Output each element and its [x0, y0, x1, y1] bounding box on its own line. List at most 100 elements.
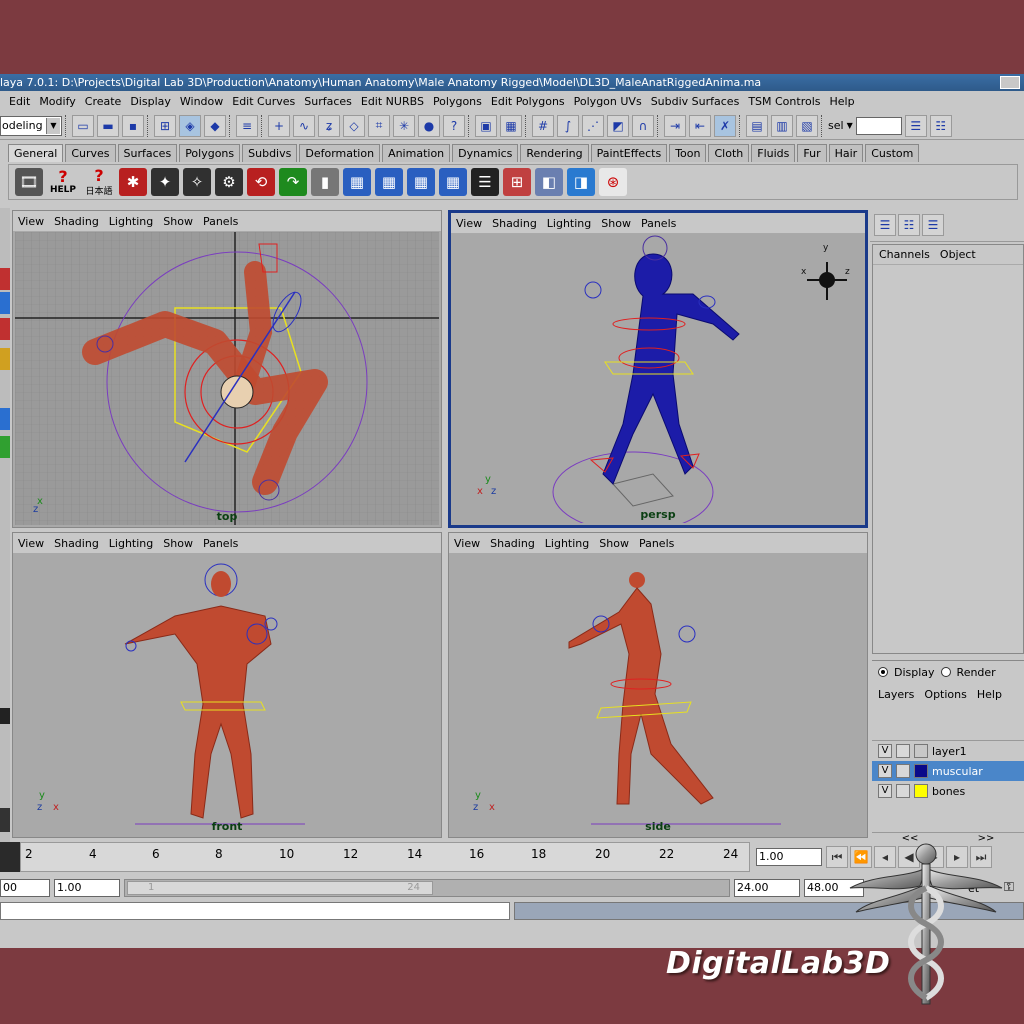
menu-subdiv-surfaces[interactable]: Subdiv Surfaces	[648, 95, 746, 108]
vp-menu-panels[interactable]: Panels	[203, 215, 238, 228]
vp-menu-lighting[interactable]: Lighting	[109, 215, 153, 228]
vp-menu-view[interactable]: View	[456, 217, 482, 230]
new-scene-icon[interactable]: ▭	[72, 114, 94, 137]
shelf-tab-surfaces[interactable]: Surfaces	[117, 144, 178, 162]
tool-settings-icon[interactable]: ☰	[922, 213, 944, 236]
joints-icon[interactable]: ∿	[293, 114, 315, 137]
menu-window[interactable]: Window	[177, 95, 229, 108]
snap-view-plane-icon[interactable]: ◩	[607, 114, 629, 137]
shelf-tab-curves[interactable]: Curves	[65, 144, 116, 162]
vp-menu-view[interactable]: View	[18, 215, 44, 228]
vp-menu-lighting[interactable]: Lighting	[545, 537, 589, 550]
layer-row-bones[interactable]: V bones	[872, 781, 1024, 801]
save-scene-icon[interactable]: ▪	[122, 114, 144, 137]
viewport-side[interactable]: View Shading Lighting Show Panels y z x …	[448, 532, 868, 838]
lock-icon[interactable]: ▣	[475, 114, 497, 137]
deformations-icon[interactable]: ⌗	[368, 114, 390, 137]
construction-history-icon[interactable]: ✗	[714, 114, 736, 137]
menu-modify[interactable]: Modify	[36, 95, 81, 108]
layer-visibility-toggle[interactable]: V	[878, 784, 892, 798]
help-shelf-button[interactable]: ? HELP	[47, 169, 79, 196]
clapper-icon[interactable]: 🎞	[15, 168, 43, 196]
shelf-tab-fur[interactable]: Fur	[797, 144, 827, 162]
ik-spline-icon[interactable]: ✧	[183, 168, 211, 196]
menu-polygons[interactable]: Polygons	[430, 95, 488, 108]
shelf-tab-custom[interactable]: Custom	[865, 144, 920, 162]
go-to-start-icon[interactable]: ⏮	[826, 846, 848, 868]
outliner-icon[interactable]: ☰	[471, 168, 499, 196]
vp-menu-panels[interactable]: Panels	[203, 537, 238, 550]
surfaces-icon[interactable]: ◇	[343, 114, 365, 137]
paint-weights-icon[interactable]: ⊛	[599, 168, 627, 196]
snap-point-icon[interactable]: ⋰	[582, 114, 604, 137]
channel-box-toggle-icon[interactable]: ☰	[904, 114, 927, 137]
viewport-canvas[interactable]: y x z x y z	[453, 234, 863, 523]
menu-edit-curves[interactable]: Edit Curves	[229, 95, 301, 108]
shelf-tab-dynamics[interactable]: Dynamics	[452, 144, 519, 162]
open-scene-icon[interactable]: ▬	[97, 114, 119, 137]
viewport-canvas[interactable]: y z x	[15, 554, 439, 835]
current-frame-marker[interactable]	[0, 842, 20, 872]
trax-icon[interactable]: ▦	[407, 168, 435, 196]
playback-end-field[interactable]: 24.00	[734, 879, 800, 897]
layer-visibility-toggle[interactable]: V	[878, 744, 892, 758]
hypershade-icon[interactable]: ⊞	[503, 168, 531, 196]
vp-menu-panels[interactable]: Panels	[641, 217, 676, 230]
shelf-tab-deformation[interactable]: Deformation	[299, 144, 381, 162]
select-by-object-icon[interactable]: ◈	[179, 114, 201, 137]
vp-menu-shading[interactable]: Shading	[54, 215, 99, 228]
menu-display[interactable]: Display	[127, 95, 177, 108]
select-by-hierarchy-icon[interactable]: ⊞	[154, 114, 176, 137]
select-by-component-icon[interactable]: ◆	[204, 114, 226, 137]
shelf-tab-painteffects[interactable]: PaintEffects	[590, 144, 668, 162]
tool-settings-icon[interactable]: ☷	[929, 114, 952, 137]
curves-icon[interactable]: ʑ	[318, 114, 340, 137]
shelf-tab-animation[interactable]: Animation	[382, 144, 451, 162]
vp-menu-view[interactable]: View	[454, 537, 480, 550]
ipr-icon[interactable]: ◨	[567, 168, 595, 196]
render-current-frame-icon[interactable]: ▤	[746, 114, 768, 137]
viewport-canvas[interactable]: x z	[15, 232, 439, 525]
handles-icon[interactable]: +	[268, 114, 290, 137]
input-ops-icon[interactable]: ⇥	[664, 114, 686, 137]
menu-set-selector[interactable]: odeling ▼	[0, 115, 62, 136]
quick-select-field[interactable]	[855, 116, 902, 135]
detach-skin-icon[interactable]: ⟲	[247, 168, 275, 196]
layer-color-swatch[interactable]	[914, 744, 928, 758]
layer-color-swatch[interactable]	[914, 784, 928, 798]
animation-start-field[interactable]: 00	[0, 879, 50, 897]
shelf-tab-subdivs[interactable]: Subdivs	[242, 144, 298, 162]
snap-curve-icon[interactable]: ∫	[557, 114, 579, 137]
shelf-tab-toon[interactable]: Toon	[669, 144, 707, 162]
japanese-help-button[interactable]: ? 日本語	[83, 167, 115, 197]
skin-bind-icon[interactable]: ⚙	[215, 168, 243, 196]
blend-shape-icon[interactable]: ▦	[439, 168, 467, 196]
go-to-bind-pose-icon[interactable]: ↷	[279, 168, 307, 196]
shelf-tab-hair[interactable]: Hair	[828, 144, 864, 162]
time-slider-track[interactable]: 2 4 6 8 10 12 14 16 18 20 22 24	[20, 842, 750, 872]
misc-icon[interactable]: ?	[443, 114, 465, 137]
snap-grid-icon[interactable]: #	[532, 114, 554, 137]
object-menu[interactable]: Object	[940, 248, 976, 261]
render-globals-icon[interactable]: ▧	[796, 114, 818, 137]
layer-row-layer1[interactable]: V layer1	[872, 741, 1024, 761]
range-slider-handle[interactable]: 1 24	[127, 881, 433, 895]
vp-menu-shading[interactable]: Shading	[490, 537, 535, 550]
shelf-tab-rendering[interactable]: Rendering	[520, 144, 589, 162]
menu-create[interactable]: Create	[82, 95, 128, 108]
shelf-tab-fluids[interactable]: Fluids	[751, 144, 796, 162]
shelf-tab-polygons[interactable]: Polygons	[179, 144, 241, 162]
layer-row-muscular[interactable]: V muscular	[872, 761, 1024, 781]
layer-type-toggle[interactable]	[896, 784, 910, 798]
highlight-icon[interactable]: ▦	[500, 114, 522, 137]
viewport-persp[interactable]: View Shading Lighting Show Panels y x z …	[448, 210, 868, 528]
options-menu[interactable]: Options	[924, 688, 966, 701]
menu-polygon-uvs[interactable]: Polygon UVs	[571, 95, 648, 108]
joint-icon[interactable]: ✱	[119, 168, 147, 196]
make-live-icon[interactable]: ∩	[632, 114, 654, 137]
channels-menu[interactable]: Channels	[879, 248, 930, 261]
menu-edit-polygons[interactable]: Edit Polygons	[488, 95, 571, 108]
shelf-tab-general[interactable]: General	[8, 144, 64, 162]
vp-menu-shading[interactable]: Shading	[54, 537, 99, 550]
ik-handle-icon[interactable]: ✦	[151, 168, 179, 196]
